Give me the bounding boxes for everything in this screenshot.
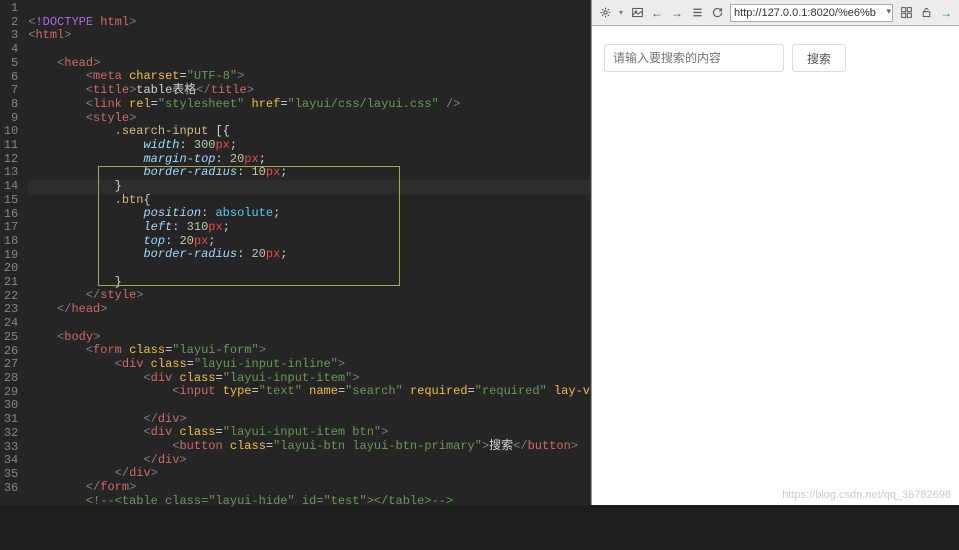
- line-number-gutter: 1234567891011121314151617181920212223242…: [0, 0, 24, 505]
- code-editor-pane[interactable]: 1234567891011121314151617181920212223242…: [0, 0, 590, 505]
- dropdown-icon: ▾: [616, 4, 626, 22]
- url-input[interactable]: [730, 4, 893, 22]
- url-input-wrap: ▾: [730, 4, 893, 22]
- watermark-text: https://blog.csdn.net/qq_36782698: [782, 489, 951, 501]
- grid-icon[interactable]: [897, 4, 915, 22]
- picture-icon[interactable]: [628, 4, 646, 22]
- search-input[interactable]: [604, 44, 784, 72]
- forward-icon[interactable]: →: [668, 4, 686, 22]
- preview-body: 搜索: [592, 26, 959, 505]
- settings-icon[interactable]: [596, 4, 614, 22]
- code-area[interactable]: <!DOCTYPE html><html> <head> <meta chars…: [24, 0, 590, 505]
- list-icon[interactable]: [688, 4, 706, 22]
- preview-toolbar: ▾ ← → ▾ →: [592, 0, 959, 26]
- browser-preview-pane: ▾ ← → ▾ → 搜索 https://blog.csdn.net/qq_36…: [591, 0, 959, 505]
- search-button[interactable]: 搜索: [792, 44, 846, 72]
- back-icon[interactable]: ←: [648, 4, 666, 22]
- lock-icon[interactable]: [917, 4, 935, 22]
- refresh-icon[interactable]: [708, 4, 726, 22]
- search-form: 搜索: [604, 44, 947, 72]
- go-icon[interactable]: →: [937, 4, 955, 22]
